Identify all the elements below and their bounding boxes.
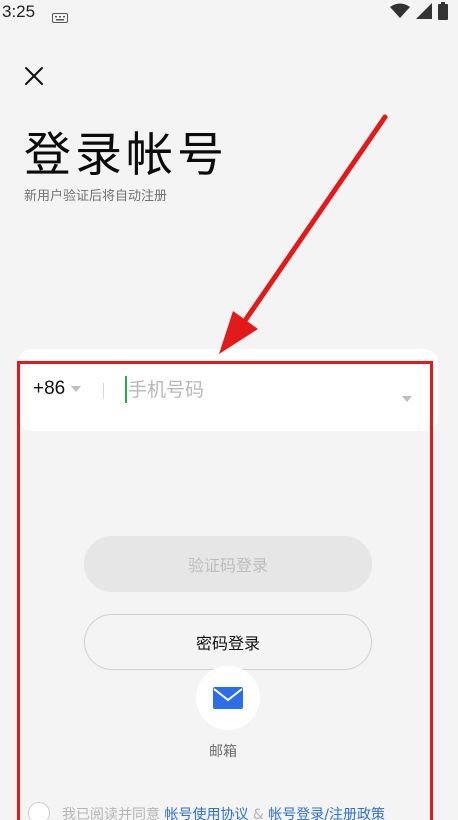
agreement-text: 我已阅读并同意 帐号使用协议 & 帐号登录/注册政策 <box>62 804 385 820</box>
agreement-separator: & <box>248 807 269 820</box>
status-bar: 3:25 <box>0 0 458 26</box>
email-login-button[interactable] <box>196 666 260 730</box>
close-icon <box>25 67 43 85</box>
wifi-icon <box>390 3 410 23</box>
agreement-checkbox[interactable] <box>28 802 50 820</box>
chevron-down-icon <box>402 396 412 402</box>
signal-icon <box>416 3 432 23</box>
password-login-button[interactable]: 密码登录 <box>84 614 372 670</box>
account-agreement-link[interactable]: 帐号使用协议 <box>164 807 248 820</box>
page-subtitle: 新用户验证后将自动注册 <box>24 189 168 204</box>
mail-icon <box>213 687 243 709</box>
code-login-button[interactable]: 验证码登录 <box>84 536 372 592</box>
text-cursor <box>125 376 127 403</box>
battery-icon <box>438 2 448 24</box>
status-time: 3:25 <box>2 2 36 21</box>
page-title: 登录帐号 <box>24 128 228 183</box>
login-policy-link[interactable]: 帐号登录/注册政策 <box>268 807 385 820</box>
phone-number-input[interactable] <box>128 374 388 406</box>
email-login-label: 邮箱 <box>209 744 237 760</box>
close-button[interactable] <box>20 62 48 90</box>
keyboard-icon <box>52 8 68 27</box>
chevron-down-icon <box>71 386 82 392</box>
phone-history-dropdown[interactable] <box>402 387 412 406</box>
country-code-selector[interactable]: +86 <box>33 378 82 400</box>
country-code: +86 <box>33 378 66 399</box>
agreement-prefix: 我已阅读并同意 <box>62 807 165 820</box>
field-divider <box>103 383 104 399</box>
